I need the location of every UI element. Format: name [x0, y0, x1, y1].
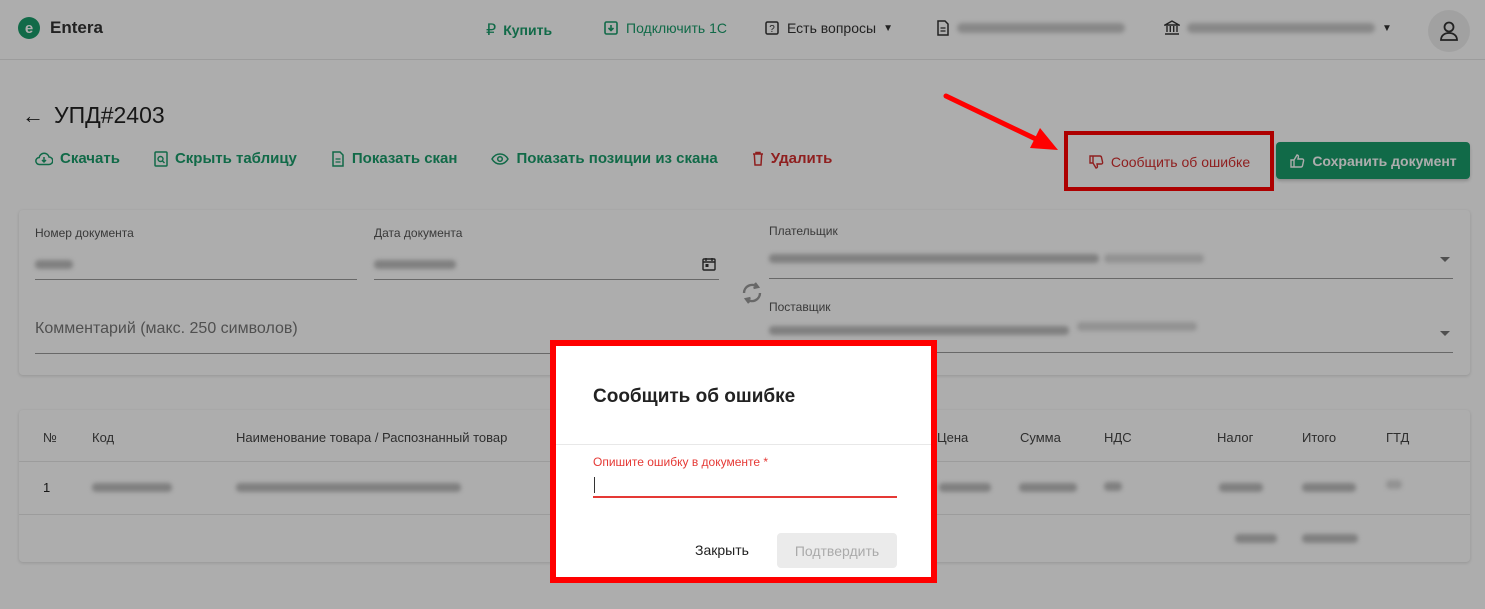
confirm-button[interactable]: Подтвердить [777, 533, 897, 568]
error-description-input[interactable] [593, 474, 897, 498]
dialog-title: Сообщить об ошибке [593, 386, 796, 407]
dialog-divider [556, 444, 931, 445]
text-cursor [594, 477, 595, 493]
error-description-label: Опишите ошибку в документе * [593, 455, 769, 469]
close-button[interactable]: Закрыть [682, 533, 762, 567]
report-error-dialog: Сообщить об ошибке Опишите ошибку в доку… [556, 346, 931, 577]
